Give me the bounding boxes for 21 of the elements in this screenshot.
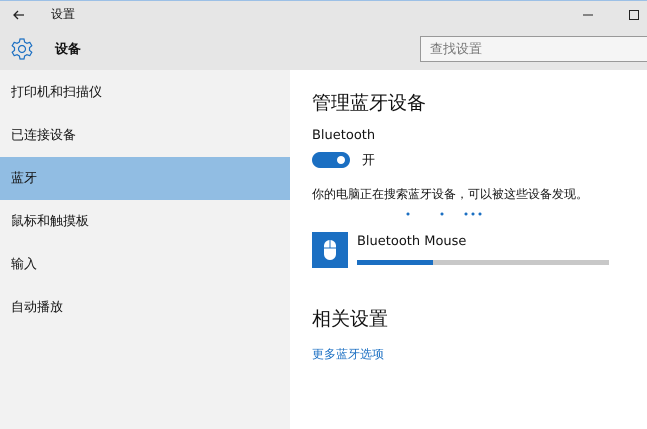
- section-heading: 相关设置: [312, 307, 388, 332]
- toggle-switch[interactable]: [312, 152, 350, 168]
- page-title: 设备: [55, 41, 81, 58]
- gear-icon: [10, 37, 34, 61]
- mouse-icon: [312, 232, 348, 268]
- sidebar-item[interactable]: 蓝牙: [0, 157, 290, 200]
- settings-link[interactable]: 更多蓝牙选项: [312, 346, 384, 363]
- section-heading: 管理蓝牙设备: [312, 91, 426, 116]
- back-arrow-icon[interactable]: [13, 10, 25, 20]
- maximize-icon[interactable]: [629, 10, 639, 20]
- sidebar-item[interactable]: 鼠标和触摸板: [0, 200, 290, 243]
- device-name: Bluetooth Mouse: [357, 234, 468, 249]
- search-field[interactable]: 查找设置: [420, 36, 647, 62]
- sidebar-item[interactable]: 已连接设备: [0, 114, 290, 157]
- sidebar-item[interactable]: 输入: [0, 243, 290, 286]
- status-text: 你的电脑正在搜索蓝牙设备，可以被这些设备发现。: [312, 186, 588, 203]
- sidebar-item[interactable]: 自动播放: [0, 286, 290, 329]
- toggle-label: Bluetooth: [312, 128, 376, 143]
- window-title: 设置: [51, 6, 75, 23]
- toggle-state: 开: [362, 152, 375, 169]
- sidebar-item[interactable]: 打印机和扫描仪: [0, 71, 290, 114]
